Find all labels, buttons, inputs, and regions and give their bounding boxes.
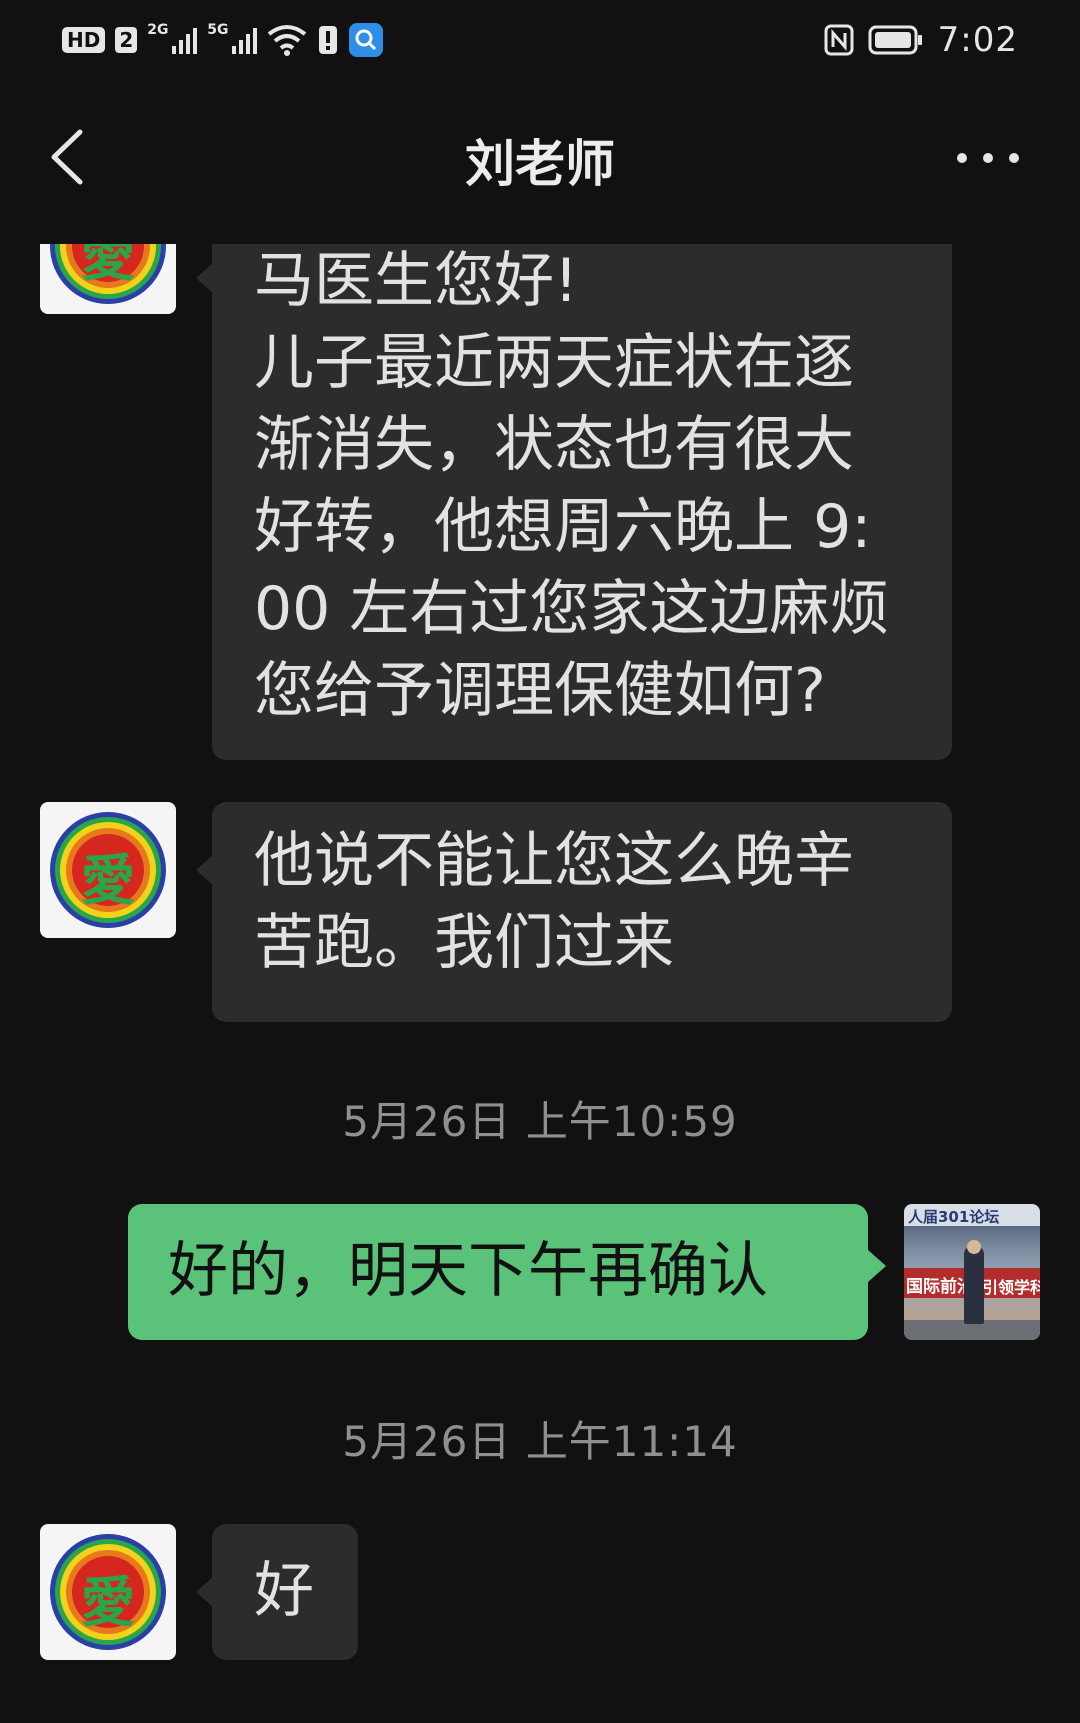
avatar-banner-text: 人届301论坛 [908, 1208, 1000, 1226]
battery-icon [868, 25, 924, 55]
sim-badge: 2 [115, 27, 138, 53]
contact-avatar[interactable]: 愛 [40, 802, 176, 938]
message-bubble-sent[interactable]: 好的，明天下午再确认 [128, 1204, 886, 1340]
network-type-label: 5G [207, 22, 229, 38]
timestamp: 5月26日 上午10:59 [342, 1097, 738, 1146]
self-avatar[interactable]: 人届301论坛 国际前沿 引领学科 [904, 1204, 1040, 1340]
signal-icon: 2G [147, 22, 198, 58]
network-type-label: 2G [147, 22, 169, 38]
person-figure [964, 1246, 984, 1324]
bubble-tail [868, 1250, 886, 1282]
alert-icon [317, 24, 339, 56]
chat-header-overlay: 刘老师 [0, 100, 1080, 220]
status-right: 7:02 [824, 20, 1018, 60]
status-left: HD 2 2G 5G [62, 22, 384, 58]
search-app-icon [349, 23, 384, 57]
timestamp: 5月26日 上午11:14 [342, 1417, 738, 1466]
status-time: 7:02 [937, 20, 1018, 60]
status-bar: HD 2 2G 5G 7:02 [0, 0, 1080, 84]
signal-icon: 5G [207, 22, 258, 58]
more-dots-icon [957, 153, 1019, 163]
avatar-caption-right: 引领学科 [982, 1278, 1040, 1297]
bubble-tail [196, 262, 214, 294]
message-line: 马医生您好! [254, 246, 579, 316]
wifi-icon [267, 24, 307, 56]
message-line: 好转，他想周六晚上 9: [254, 492, 872, 562]
page-title: 刘老师 [465, 135, 615, 193]
message-line: 好 [254, 1556, 314, 1626]
message-line: 渐消失，状态也有很大 [254, 410, 854, 480]
message-line: 00 左右过您家这边麻烦 [254, 574, 890, 644]
message-line: 好的，明天下午再确认 [168, 1236, 768, 1306]
message-bubble[interactable]: 好 [196, 1524, 358, 1660]
message-line: 您给予调理保健如何? [254, 656, 826, 726]
message-line: 儿子最近两天症状在逐 [254, 328, 854, 398]
hd-icon: HD [62, 27, 106, 53]
bubble-tail [196, 854, 214, 886]
message-line: 他说不能让您这么晚辛 [254, 826, 854, 896]
message-bubble[interactable]: 马医生您好! 儿子最近两天症状在逐 渐消失，状态也有很大 好转，他想周六晚上 9… [196, 210, 952, 760]
nfc-icon [824, 24, 854, 56]
message-bubble[interactable]: 他说不能让您这么晚辛 苦跑。我们过来 [196, 802, 952, 1022]
avatar-char: 愛 [81, 848, 135, 912]
bubble-tail [196, 1576, 214, 1608]
avatar-char: 愛 [81, 1570, 135, 1634]
message-line: 苦跑。我们过来 [254, 908, 674, 978]
contact-avatar[interactable]: 愛 [40, 1524, 176, 1660]
more-options-button[interactable] [948, 138, 1028, 178]
